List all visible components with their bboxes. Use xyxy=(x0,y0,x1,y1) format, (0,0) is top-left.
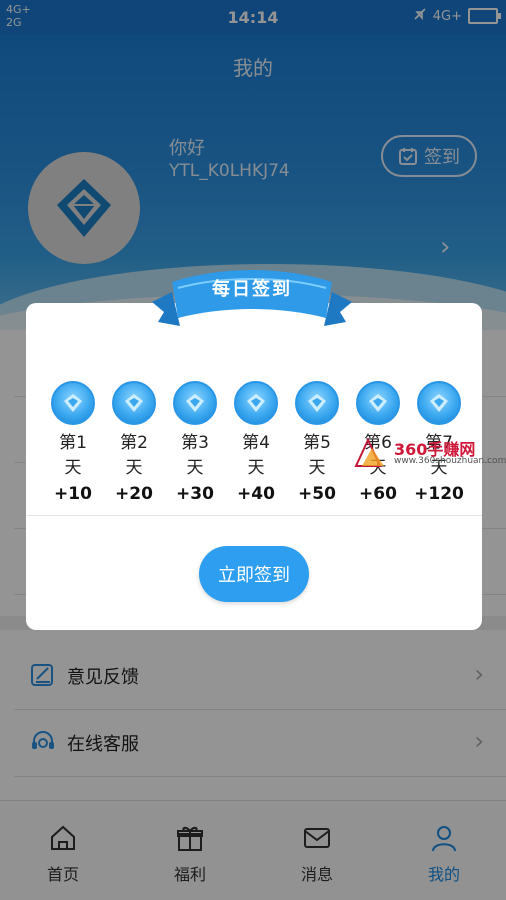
signin-day: 第4 天 +40 xyxy=(227,381,285,507)
day-reward: +120 xyxy=(414,484,464,504)
day-reward: +10 xyxy=(54,484,92,504)
day-label: 第4 xyxy=(242,433,270,453)
signin-day: 第5 天 +50 xyxy=(288,381,346,507)
coin-icon xyxy=(112,381,156,425)
coin-icon xyxy=(417,381,461,425)
day-unit: 天 xyxy=(308,458,326,478)
day-reward: +30 xyxy=(176,484,214,504)
day-reward: +60 xyxy=(359,484,397,504)
coin-icon xyxy=(295,381,339,425)
dialog-title: 每日签到 xyxy=(212,279,292,300)
day-label: 第5 xyxy=(303,433,331,453)
profile-page: 4G+ 2G 14:14 4G+ 我的 你好 YTL_K0LHKJ74 签到 ›… xyxy=(0,0,506,900)
signin-now-button[interactable]: 立即签到 xyxy=(199,546,309,602)
day-unit: 天 xyxy=(247,458,265,478)
coin-icon xyxy=(173,381,217,425)
day-unit: 天 xyxy=(186,458,204,478)
day-reward: +40 xyxy=(237,484,275,504)
day-label: 第2 xyxy=(120,433,148,453)
coin-icon xyxy=(234,381,278,425)
day-reward: +50 xyxy=(298,484,336,504)
dialog-divider xyxy=(26,515,482,516)
coin-icon xyxy=(356,381,400,425)
day-label: 第1 xyxy=(59,433,87,453)
day-label: 第3 xyxy=(181,433,209,453)
coin-icon xyxy=(51,381,95,425)
day-unit: 天 xyxy=(64,458,82,478)
day-unit: 天 xyxy=(125,458,143,478)
signin-day: 第2 天 +20 xyxy=(105,381,163,507)
watermark-url: www.360shouzhuan.com xyxy=(394,456,506,466)
signin-day: 第3 天 +30 xyxy=(166,381,224,507)
signin-day: 第1 天 +10 xyxy=(44,381,102,507)
day-reward: +20 xyxy=(115,484,153,504)
